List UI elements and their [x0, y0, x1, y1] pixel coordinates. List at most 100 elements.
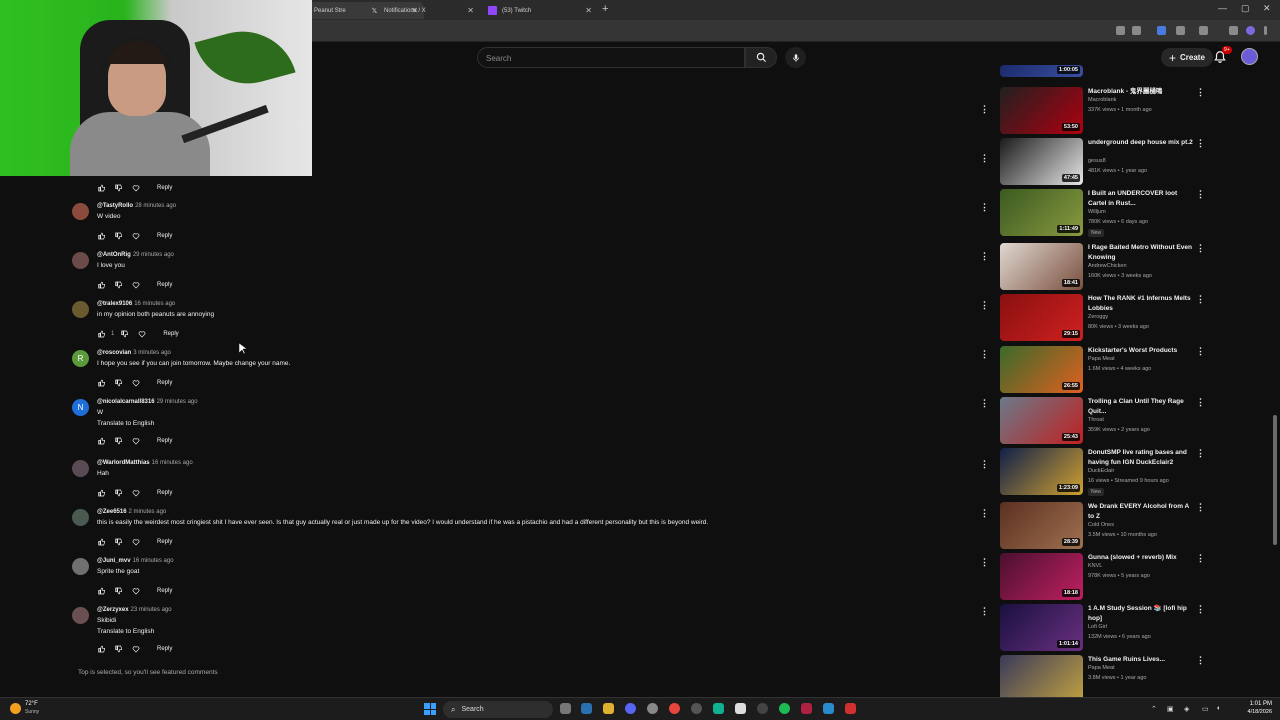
more-options-icon[interactable]: ⋮: [980, 251, 989, 262]
video-thumbnail[interactable]: 1:23:09: [1000, 448, 1083, 495]
video-title[interactable]: Trolling a Clan Until They Rage Quit...: [1088, 397, 1193, 417]
start-button[interactable]: [424, 703, 436, 715]
account-avatar[interactable]: [1241, 48, 1258, 65]
discord-icon[interactable]: [625, 703, 636, 714]
extensions-puzzle-icon[interactable]: [1176, 26, 1185, 35]
reply-button[interactable]: Reply: [157, 185, 172, 191]
comment-timestamp[interactable]: 3 minutes ago: [133, 350, 171, 356]
heart-icon[interactable]: [131, 280, 141, 290]
comment-author[interactable]: @tralex9106: [97, 301, 132, 307]
video-thumbnail[interactable]: 1:00:05: [1000, 65, 1083, 77]
reply-button[interactable]: Reply: [157, 588, 172, 594]
weather-temperature[interactable]: 72°F: [25, 701, 38, 707]
more-options-icon[interactable]: ⋮: [1196, 655, 1205, 666]
recommended-video[interactable]: 53:50 Macroblank - 鬼界麗樋鳴 Macroblank 337K vi…: [1000, 87, 1205, 136]
search-button[interactable]: [745, 47, 777, 68]
downloads-icon[interactable]: [1229, 26, 1238, 35]
tray-app-icon[interactable]: ◈: [1184, 705, 1189, 713]
more-options-icon[interactable]: ⋮: [980, 300, 989, 311]
search-field[interactable]: [477, 47, 745, 68]
heart-icon[interactable]: [131, 436, 141, 446]
sidebar-icon[interactable]: [1199, 26, 1208, 35]
video-title[interactable]: I Rage Baited Metro Without Even Knowing: [1088, 243, 1193, 263]
translate-button[interactable]: Translate to English: [97, 420, 154, 427]
heart-icon[interactable]: [131, 183, 141, 193]
app-icon[interactable]: [845, 703, 856, 714]
recommended-video[interactable]: 18:41 I Rage Baited Metro Without Even Kn…: [1000, 243, 1205, 292]
more-options-icon[interactable]: ⋮: [1196, 243, 1205, 254]
translate-button[interactable]: Translate to English: [97, 628, 154, 635]
recommended-video[interactable]: 18:18 Gunna (slowed + reverb) Mix KNVL 978K…: [1000, 553, 1205, 602]
reply-button[interactable]: Reply: [157, 380, 172, 386]
more-options-icon[interactable]: ⋮: [980, 153, 989, 164]
commenter-avatar[interactable]: R: [72, 350, 89, 367]
video-thumbnail[interactable]: 28:39: [1000, 502, 1083, 549]
video-title[interactable]: I Built an UNDERCOVER loot Cartel in Rus…: [1088, 189, 1193, 209]
comment-timestamp[interactable]: 16 minutes ago: [134, 301, 175, 307]
comment-timestamp[interactable]: 16 minutes ago: [133, 558, 174, 564]
sun-icon[interactable]: [10, 703, 21, 714]
clock-date[interactable]: 4/18/2026: [1240, 709, 1272, 715]
minimize-icon[interactable]: —: [1218, 3, 1227, 13]
comment-timestamp[interactable]: 29 minutes ago: [157, 399, 198, 405]
thumbs-down-icon[interactable]: [114, 436, 124, 446]
comment-timestamp[interactable]: 23 minutes ago: [131, 607, 172, 613]
heart-icon[interactable]: [131, 378, 141, 388]
thumbs-up-icon[interactable]: [97, 488, 107, 498]
thumbs-down-icon[interactable]: [120, 329, 130, 339]
bookmark-star-icon[interactable]: [1132, 26, 1141, 35]
comment-author[interactable]: @Juni_mvv: [97, 558, 131, 564]
more-options-icon[interactable]: ⋮: [980, 398, 989, 409]
recommended-video[interactable]: 47:45 underground deep house mix pt.2 gesu…: [1000, 138, 1205, 187]
comment-author[interactable]: @TastyRollo: [97, 203, 133, 209]
app-icon[interactable]: [757, 703, 768, 714]
recommended-video[interactable]: 25:43 Trolling a Clan Until They Rage Qui…: [1000, 397, 1205, 446]
app-icon[interactable]: [823, 703, 834, 714]
heart-icon[interactable]: [131, 231, 141, 241]
thumbs-up-icon[interactable]: [97, 436, 107, 446]
thumbs-down-icon[interactable]: [114, 231, 124, 241]
comment-timestamp[interactable]: 2 minutes ago: [129, 509, 167, 515]
channel-name[interactable]: Throat: [1088, 417, 1104, 423]
video-title[interactable]: We Drank EVERY Alcohol from A to Z: [1088, 502, 1193, 522]
video-thumbnail[interactable]: 29:15: [1000, 294, 1083, 341]
network-icon[interactable]: ▭: [1202, 705, 1209, 713]
recommended-video[interactable]: 1:23:09 DonutSMP live rating bases and ha…: [1000, 448, 1205, 497]
tray-app-icon[interactable]: ▣: [1167, 705, 1174, 713]
maximize-icon[interactable]: ▢: [1241, 3, 1250, 14]
recommended-video[interactable]: 29:15 How The RANK #1 Infernus Melts Lobb…: [1000, 294, 1205, 343]
search-input[interactable]: [478, 49, 744, 68]
reply-button[interactable]: Reply: [157, 438, 172, 444]
channel-name[interactable]: KNVL: [1088, 563, 1102, 569]
video-thumbnail[interactable]: 25:43: [1000, 397, 1083, 444]
more-options-icon[interactable]: ⋮: [1196, 448, 1205, 459]
channel-name[interactable]: Zeroggy: [1088, 314, 1108, 320]
thumbs-up-icon[interactable]: [97, 378, 107, 388]
heart-icon[interactable]: [137, 329, 147, 339]
reply-button[interactable]: Reply: [157, 233, 172, 239]
task-view-icon[interactable]: [560, 703, 571, 714]
video-thumbnail[interactable]: 53:50: [1000, 87, 1083, 134]
thumbs-down-icon[interactable]: [114, 183, 124, 193]
more-options-icon[interactable]: ⋮: [980, 349, 989, 360]
settings-gear-icon[interactable]: [647, 703, 658, 714]
commenter-avatar[interactable]: [72, 607, 89, 624]
video-thumbnail[interactable]: 18:18: [1000, 553, 1083, 600]
chrome-icon[interactable]: [669, 703, 680, 714]
channel-name[interactable]: AndrewChicken: [1088, 263, 1127, 269]
more-options-icon[interactable]: ⋮: [980, 202, 989, 213]
thumbs-up-icon[interactable]: [97, 329, 107, 339]
more-options-icon[interactable]: ⋮: [1196, 604, 1205, 615]
thumbs-up-icon[interactable]: [97, 231, 107, 241]
browser-tab-notifications[interactable]: 𝕏 Notifications / X ✕: [362, 2, 480, 19]
new-tab-button[interactable]: +: [602, 3, 608, 15]
commenter-avatar[interactable]: N: [72, 399, 89, 416]
obs-icon[interactable]: [691, 703, 702, 714]
video-thumbnail[interactable]: 1:11:49: [1000, 189, 1083, 236]
video-title[interactable]: DonutSMP live rating bases and having fu…: [1088, 448, 1193, 468]
more-options-icon[interactable]: ⋮: [1196, 502, 1205, 513]
comment-author[interactable]: @nicolalcarnall8316: [97, 399, 155, 405]
thumbs-up-icon[interactable]: [97, 586, 107, 596]
more-options-icon[interactable]: ⋮: [980, 459, 989, 470]
reply-button[interactable]: Reply: [157, 539, 172, 545]
